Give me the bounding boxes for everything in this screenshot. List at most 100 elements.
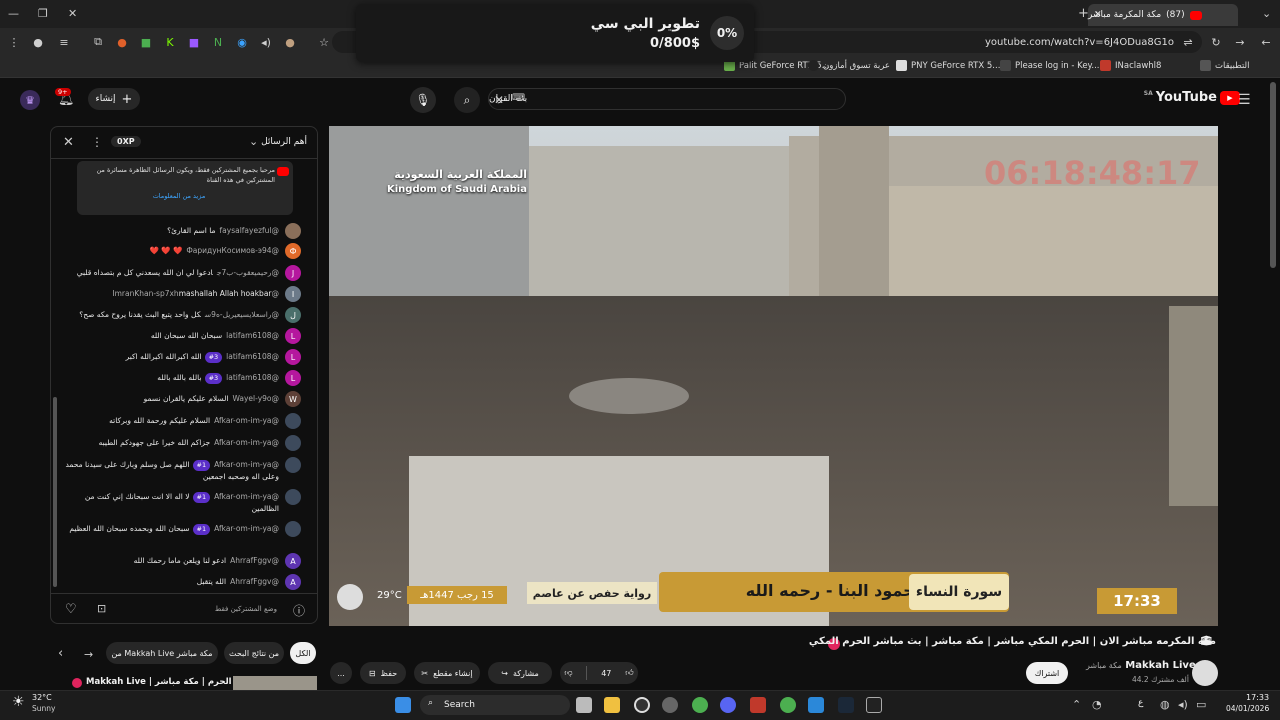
volume-icon[interactable]: ◂) — [1178, 698, 1188, 711]
chat-avatar[interactable]: L — [285, 328, 301, 344]
chat-avatar[interactable] — [285, 489, 301, 505]
epic-games-icon[interactable] — [866, 697, 882, 713]
video-player[interactable]: 06:18:48:17 المملكة العربية السعودية Kin… — [329, 126, 1218, 626]
channel-name[interactable]: مكة مباشر Makkah Live — [1086, 660, 1196, 671]
weather-temp[interactable]: 32°C — [32, 693, 52, 702]
tray-chevron-icon[interactable]: ⌃ — [1072, 698, 1081, 711]
minimize-icon[interactable]: — — [8, 7, 19, 20]
chat-username[interactable]: @Afkar-om-im-ya — [214, 438, 279, 447]
restore-icon[interactable]: ❐ — [38, 7, 48, 20]
chrome-icon[interactable] — [692, 697, 708, 713]
extension-k-icon[interactable]: K — [162, 34, 178, 50]
chat-username[interactable]: @AhrrafFggv — [230, 577, 279, 586]
subscribe-button[interactable]: اشتراك — [1026, 662, 1068, 684]
browser-active-icon[interactable] — [808, 697, 824, 713]
search-input[interactable]: بث القران — [488, 88, 846, 110]
bookmark-star-icon[interactable]: ☆ — [316, 34, 332, 50]
extension-blue-icon[interactable]: ◉ — [234, 34, 250, 50]
chevron-left-icon[interactable]: ‹ — [58, 646, 63, 661]
extensions-puzzle-icon[interactable]: ⧉ — [90, 34, 106, 50]
extension-purple-icon[interactable]: ■ — [186, 34, 202, 50]
chat-username[interactable]: @latifam6108 — [226, 373, 279, 382]
chat-scrollbar[interactable] — [53, 397, 57, 587]
file-explorer-icon[interactable] — [604, 697, 620, 713]
app-icon[interactable] — [634, 697, 650, 713]
chat-message[interactable]: J @رحيميعقوب-ب7ج ادعوا لي ان الله يسعدني ك… — [65, 265, 301, 281]
chat-message[interactable]: @Afkar-om-im-ya#1لا اله الا انت سبحانك إ… — [65, 489, 301, 514]
close-chat-icon[interactable]: ✕ — [63, 135, 74, 150]
chat-xp-badge[interactable]: 0XP — [111, 136, 141, 147]
chat-more-icon[interactable]: ⋮ — [91, 135, 103, 149]
bookmark-login[interactable]: Please log in - Key... — [1000, 60, 1099, 71]
voice-search-button[interactable]: 🎙︎ — [410, 87, 436, 113]
tab-active[interactable]: (87) مكة المكرمة مباشر ✕ — [1088, 4, 1238, 26]
chat-username[interactable]: @AhrrafFggv — [230, 556, 279, 565]
search-button[interactable]: ⌕ — [454, 87, 480, 113]
tray-app-icon[interactable]: ◔ — [1092, 698, 1102, 711]
more-actions-button[interactable]: ... — [330, 662, 352, 684]
chat-username[interactable]: @latifam6108 — [226, 352, 279, 361]
back-icon[interactable]: ← — [1258, 34, 1274, 50]
chat-message[interactable]: A @AhrrafFggvالله يتقبل — [65, 574, 301, 590]
save-button[interactable]: ⊟ حفظ — [360, 662, 406, 684]
pinned-more-link[interactable]: مزيد من المعلومات — [83, 191, 275, 201]
taskbar-search[interactable]: ⌕ Search — [420, 695, 570, 715]
network-icon[interactable]: ◍ — [1160, 698, 1170, 711]
dislike-icon[interactable]: 👎︎ — [564, 668, 572, 678]
site-settings-icon[interactable]: ⇌ — [1180, 34, 1196, 50]
chat-username[interactable]: @latifam6108 — [226, 331, 279, 340]
chat-message[interactable]: L @latifam6108سبحان الله سبحان الله — [65, 328, 301, 344]
chat-avatar[interactable] — [285, 223, 301, 239]
clock-time[interactable]: 17:33 — [1246, 693, 1269, 702]
chat-username[interactable]: @Wayel-y9o — [232, 394, 279, 403]
extension-n-icon[interactable]: N — [210, 34, 226, 50]
youtube-logo[interactable]: SA YouTube ▶ — [1144, 90, 1240, 105]
chat-header-title[interactable]: أهم الرسائل — [261, 137, 307, 147]
reco-thumbnail[interactable] — [233, 676, 317, 690]
chevron-down-icon[interactable]: ⌄ — [249, 135, 258, 148]
chat-avatar[interactable]: J — [285, 265, 301, 281]
page-scrollbar[interactable] — [1270, 82, 1276, 268]
chat-avatar[interactable]: W — [285, 391, 301, 407]
chat-username[interactable]: @ФаридунКосимов-э94 — [186, 246, 279, 255]
chat-avatar[interactable]: L — [285, 370, 301, 386]
chat-message[interactable]: @Afkar-om-im-ya#1سبحان الله وبحمده سبحان… — [65, 521, 301, 537]
steam-icon[interactable] — [838, 697, 854, 713]
menu-icon[interactable]: ⋮ — [6, 34, 22, 50]
chat-message[interactable]: L @latifam6108#3بالله بالله بالله — [65, 370, 301, 386]
extension-orange-icon[interactable]: ● — [114, 34, 130, 50]
chat-message[interactable]: @Afkar-om-im-yaجزاكم الله خيرا على جهودك… — [65, 435, 301, 451]
chat-avatar[interactable] — [285, 435, 301, 451]
chat-username[interactable]: @Afkar-om-im-ya — [214, 492, 279, 501]
bookmark-k[interactable]: INaclawhl8 — [1100, 60, 1161, 71]
chat-message[interactable]: L @latifam6108#3الله اكبرالله اكبرالله اك… — [65, 349, 301, 365]
heart-icon[interactable]: ♡ — [65, 602, 77, 617]
chat-message[interactable]: A @AhrrafFggvادعو لنا ويلعن ماما رحمك الل… — [65, 553, 301, 569]
discord-icon[interactable] — [720, 697, 736, 713]
chat-message[interactable]: @Afkar-om-im-yaالسلام عليكم ورحمة الله و… — [65, 413, 301, 429]
battery-icon[interactable]: ▭ — [1196, 698, 1206, 711]
chat-message[interactable]: @Afkar-om-im-ya#1اللهم صل وسلم وبارك على… — [65, 457, 301, 482]
task-view-icon[interactable] — [576, 697, 592, 713]
chat-username[interactable]: @Afkar-om-im-ya — [214, 416, 279, 425]
extension-green-icon[interactable]: ■ — [138, 34, 154, 50]
bookmark-apps[interactable]: التطبيقات — [1200, 60, 1250, 71]
windows-start-icon[interactable] — [395, 697, 411, 713]
chip-scroll-icon[interactable]: → — [84, 648, 93, 661]
close-tab-icon[interactable]: ✕ — [1094, 10, 1102, 20]
hamburger-menu-icon[interactable]: ☰ — [1238, 92, 1251, 108]
chat-avatar[interactable]: Ф — [285, 243, 301, 259]
chat-avatar[interactable] — [285, 457, 301, 473]
profile-icon[interactable]: ● — [30, 34, 46, 50]
audio-icon[interactable]: ◂) — [258, 34, 274, 50]
chat-avatar[interactable]: A — [285, 553, 301, 569]
extension-icon[interactable]: ≡ — [56, 34, 72, 50]
chat-message[interactable]: @faysalfayezful ما اسم القارئ؟ — [65, 223, 301, 239]
chat-username[interactable]: @faysalfayezful — [220, 226, 279, 235]
reco-title[interactable]: Makkah Live | الحرم | مكة مباشر — [86, 677, 232, 687]
chat-avatar[interactable]: ل — [285, 307, 301, 323]
info-icon[interactable]: ⓘ — [293, 602, 305, 619]
chat-avatar[interactable]: I — [285, 286, 301, 302]
chat-message[interactable]: Ф @ФаридунКосимов-э94❤️ ❤️ ❤️ — [65, 243, 301, 259]
clip-button[interactable]: ✂ إنشاء مقطع — [414, 662, 480, 684]
